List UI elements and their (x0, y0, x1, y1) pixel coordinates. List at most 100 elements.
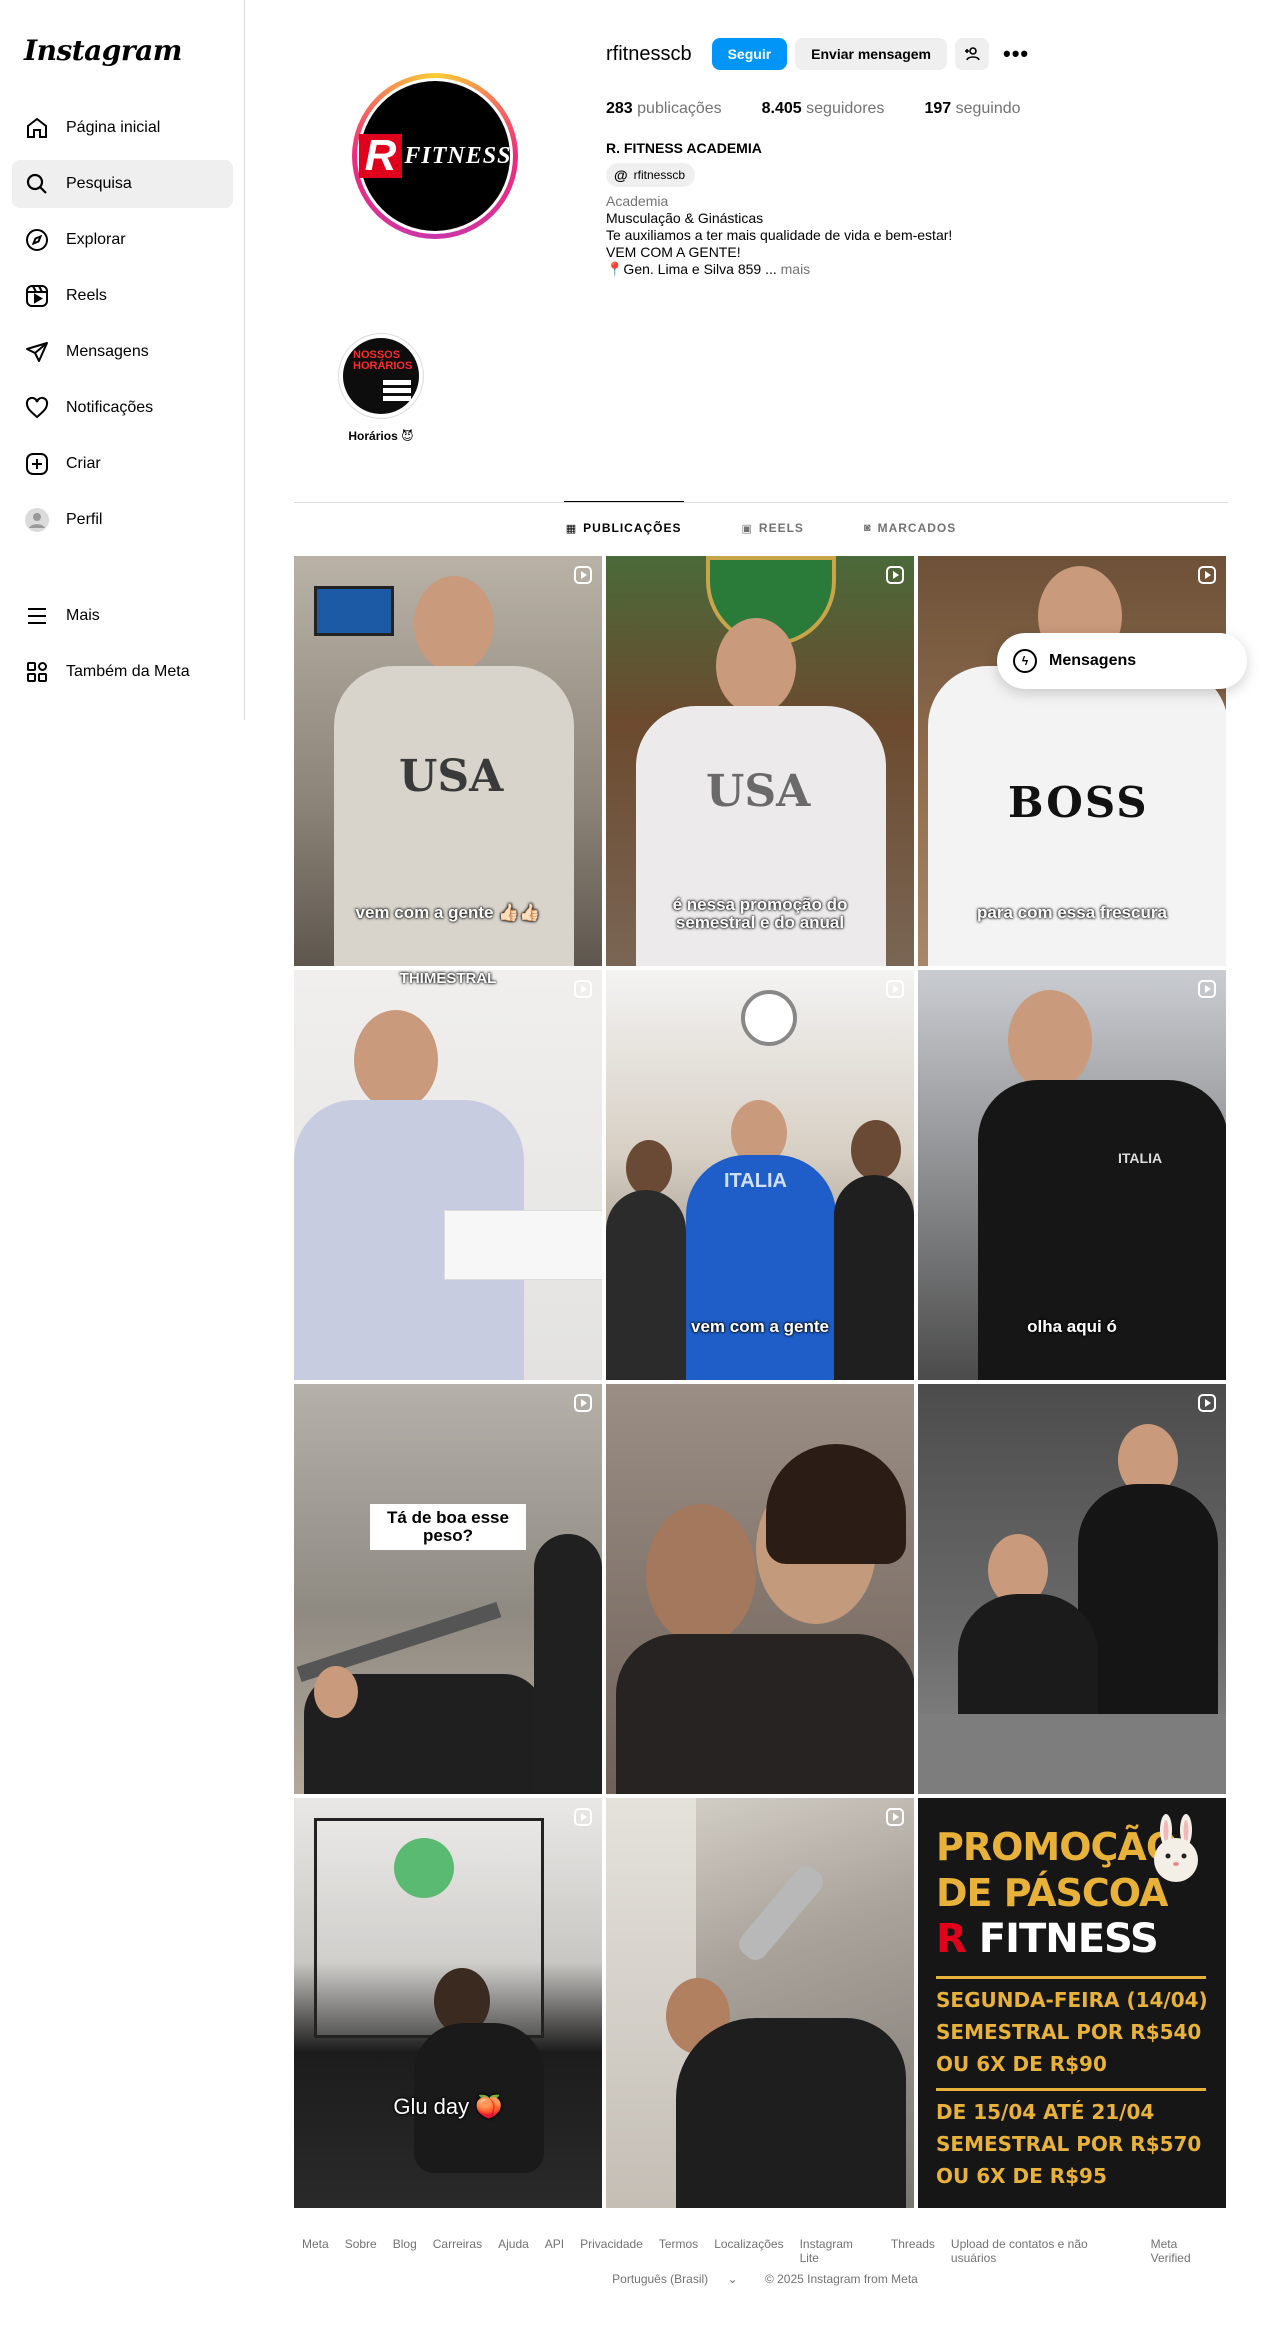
post-caption: é nessa promoção do semestral e do anual (672, 895, 848, 932)
shirt-print: ITALIA (1118, 1150, 1163, 1166)
footer-link[interactable]: API (545, 2237, 564, 2265)
sidebar-item-label: Explorar (66, 231, 126, 248)
bunny-icon (1154, 1814, 1198, 1882)
language-selector[interactable]: Português (Brasil) ⌄ (604, 2272, 745, 2286)
post-caption: vem com a gente 👍🏻👍🏻 (355, 903, 541, 922)
footer-link[interactable]: Ajuda (498, 2237, 529, 2265)
search-icon (24, 171, 50, 197)
footer-link[interactable]: Threads (891, 2237, 935, 2265)
shirt-print: ITALIA (724, 1170, 787, 1192)
post-caption: vem com a gente (691, 1317, 829, 1336)
footer-links: Meta Sobre Blog Carreiras Ajuda API Priv… (294, 2237, 1228, 2265)
sidebar-item-label: Criar (66, 455, 101, 472)
post-tile[interactable]: Glu day 🍑 (294, 1798, 602, 2208)
add-person-icon (965, 47, 980, 61)
sidebar-item-label: Perfil (66, 511, 103, 528)
sidebar-item-home[interactable]: Página inicial (12, 104, 233, 152)
reel-icon (574, 566, 592, 584)
footer-link[interactable]: Upload de contatos e não usuários (951, 2237, 1135, 2265)
post-tile[interactable]: THIMESTRAL (294, 970, 602, 1380)
post-tile[interactable] (606, 1798, 914, 2208)
post-tile[interactable]: USA é nessa promoção do semestral e do a… (606, 556, 914, 966)
post-tile[interactable]: BOSS para com essa frescura (918, 556, 1226, 966)
footer-link[interactable]: Meta Verified (1151, 2237, 1220, 2265)
sidebar-item-messages[interactable]: Mensagens (12, 328, 233, 376)
reels-icon (24, 283, 50, 309)
highlight-cover: NOSSOS HORÁRIOS (343, 338, 419, 414)
post-caption: Tá de boa esse peso? (370, 1504, 526, 1550)
story-highlight[interactable]: NOSSOS HORÁRIOS Horários 😈 (338, 333, 424, 443)
followers-count[interactable]: 8.405 seguidores (762, 100, 885, 118)
profile-header-row: rfitnesscb Seguir Enviar mensagem ••• (606, 38, 1029, 70)
bio-more-link[interactable]: mais (781, 261, 811, 277)
sidebar-item-more[interactable]: Mais (12, 592, 233, 640)
footer-link[interactable]: Termos (659, 2237, 698, 2265)
sidebar-nav: Página inicial Pesquisa Explorar Reels M… (12, 104, 233, 704)
reel-icon (1198, 1394, 1216, 1412)
chevron-down-icon: ⌄ (727, 2272, 738, 2286)
heart-icon (24, 395, 50, 421)
footer-link[interactable]: Sobre (345, 2237, 377, 2265)
sidebar-item-label: Mais (66, 607, 100, 624)
instagram-logo[interactable]: Instagram (24, 34, 182, 67)
sidebar-item-label: Notificações (66, 399, 154, 416)
post-tile[interactable] (606, 1384, 914, 1794)
promo-post-tile[interactable]: PROMOÇÃO DE PÁSCOA R FITNESS SEGUNDA-FEI… (918, 1798, 1226, 2208)
promo-title: PROMOÇÃO DE PÁSCOA (936, 1825, 1178, 1915)
full-name: R. FITNESS ACADEMIA (606, 140, 762, 156)
floating-messages-button[interactable]: ϟ Mensagens (997, 633, 1247, 689)
profile-avatar[interactable]: R FITNESS (352, 73, 518, 239)
reel-icon (1198, 566, 1216, 584)
threads-icon: @ (614, 166, 628, 183)
sidebar-item-also-from-meta[interactable]: Também da Meta (12, 648, 233, 696)
post-tile[interactable]: ITALIA olha aqui ó (918, 970, 1226, 1380)
promo-divider (936, 1976, 1206, 1979)
promo-brand: R FITNESS (936, 1916, 1159, 1962)
post-caption: para com essa frescura (977, 903, 1167, 922)
shirt-print: BOSS (1008, 778, 1149, 827)
posts-count[interactable]: 283 publicações (606, 100, 722, 118)
suggested-accounts-button[interactable] (955, 38, 990, 70)
sidebar-item-notifications[interactable]: Notificações (12, 384, 233, 432)
bio-line: Te auxiliamos a ter mais qualidade de vi… (606, 227, 953, 243)
copyright: © 2025 Instagram from Meta (764, 2272, 918, 2286)
sidebar-item-explore[interactable]: Explorar (12, 216, 233, 264)
post-caption: THIMESTRAL (399, 970, 497, 987)
footer-link[interactable]: Meta (302, 2237, 329, 2265)
sidebar-item-label: Reels (66, 287, 107, 304)
sidebar-item-profile[interactable]: Perfil (12, 496, 233, 544)
profile-stats: 283 publicações 8.405 seguidores 197 seg… (606, 100, 1061, 118)
reel-icon (574, 1808, 592, 1826)
tagged-icon: ◙ (863, 522, 872, 534)
post-tile[interactable]: Tá de boa esse peso? (294, 1384, 602, 1794)
post-tile[interactable]: ITALIA vem com a gente (606, 970, 914, 1380)
threads-badge[interactable]: @ rfitnesscb (606, 163, 696, 187)
follow-button[interactable]: Seguir (711, 38, 788, 70)
menu-icon (24, 603, 50, 629)
footer-link[interactable]: Localizações (714, 2237, 783, 2265)
reel-icon (886, 1808, 904, 1826)
bio-line: VEM COM A GENTE! (606, 244, 741, 260)
sidebar-item-reels[interactable]: Reels (12, 272, 233, 320)
post-tile[interactable] (918, 1384, 1226, 1794)
tab-tagged[interactable]: ◙ MARCADOS (864, 502, 956, 554)
sidebar-item-create[interactable]: Criar (12, 440, 233, 488)
footer-link[interactable]: Blog (393, 2237, 417, 2265)
reel-icon (886, 566, 904, 584)
home-icon (24, 115, 50, 141)
posts-grid: USA vem com a gente 👍🏻👍🏻 USA é nessa pro… (294, 556, 1228, 2208)
tab-posts[interactable]: ▦ PUBLICAÇÕES (563, 501, 684, 554)
footer-link[interactable]: Instagram Lite (800, 2237, 875, 2265)
plus-square-icon (24, 451, 50, 477)
profile-tabs: ▦ PUBLICAÇÕES ▣ REELS ◙ MARCADOS (294, 501, 1228, 554)
footer-link[interactable]: Carreiras (433, 2237, 482, 2265)
post-tile[interactable]: USA vem com a gente 👍🏻👍🏻 (294, 556, 602, 966)
tab-reels[interactable]: ▣ REELS (742, 502, 804, 554)
footer-link[interactable]: Privacidade (580, 2237, 643, 2265)
send-message-button[interactable]: Enviar mensagem (795, 38, 948, 70)
following-count[interactable]: 197 seguindo (924, 100, 1020, 118)
more-options-icon[interactable]: ••• (1003, 41, 1029, 67)
highlight-label: Horários 😈 (348, 429, 414, 443)
sidebar-item-search[interactable]: Pesquisa (12, 160, 233, 208)
bio-line: 📍Gen. Lima e Silva 859 ... mais (606, 261, 811, 277)
